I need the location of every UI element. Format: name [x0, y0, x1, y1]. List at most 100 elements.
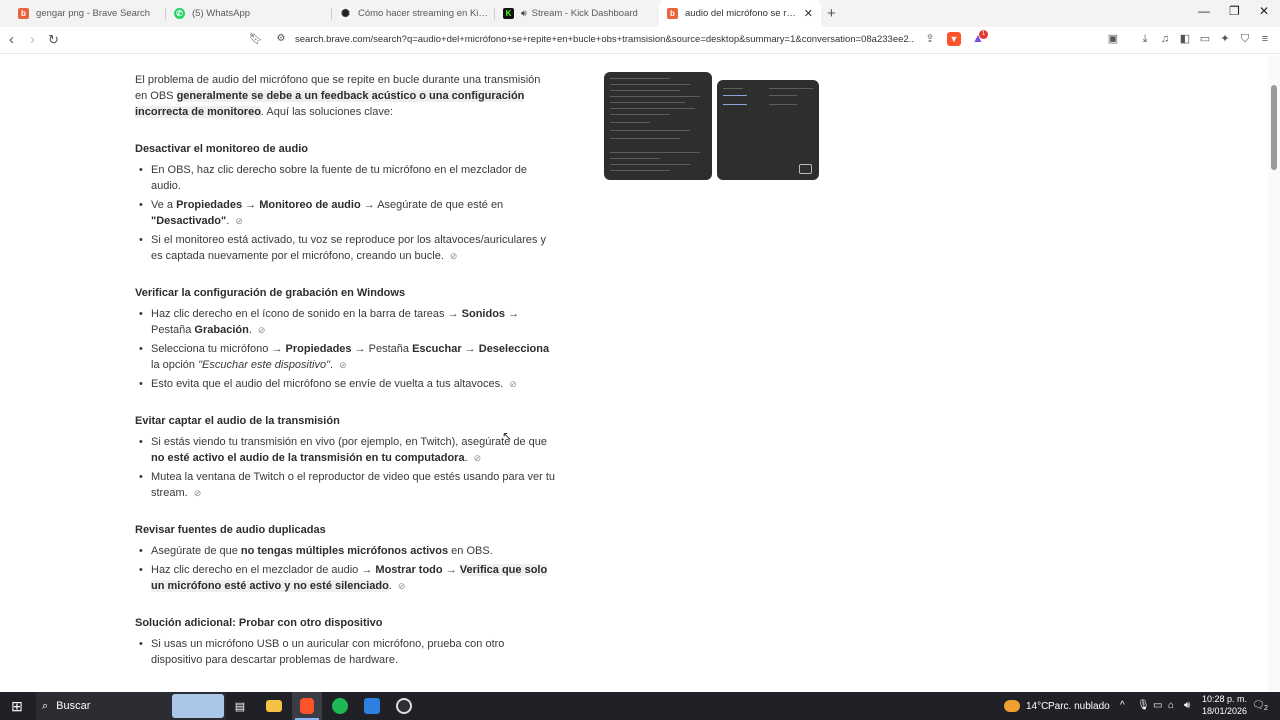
windows-start-icon[interactable]: ⊞ — [6, 692, 28, 720]
media-icon[interactable]: ♫ — [1159, 33, 1171, 45]
display-icon[interactable]: ▭ — [1153, 700, 1162, 711]
tab-title: gengar png - Brave Search — [36, 8, 151, 19]
bullet-text: Haz clic derecho en el mezclador de audi… — [151, 564, 376, 576]
bullet-text: Selecciona tu micrófono → — [151, 343, 286, 355]
brave-browser-icon[interactable] — [292, 692, 322, 720]
list-item: Haz clic derecho en el ícono de sonido e… — [135, 306, 555, 338]
clock-date[interactable]: 18/01/2026 — [1202, 706, 1247, 716]
audio-playing-icon: 🔊︎ — [521, 8, 527, 18]
close-tab-icon[interactable]: ✕ — [804, 7, 813, 20]
network-icon[interactable]: ⌂ — [1168, 700, 1174, 711]
citation-link-icon[interactable]: ⊘ — [509, 379, 517, 389]
microphone-icon[interactable]: 🎙︎ — [1137, 700, 1150, 711]
app-icon[interactable] — [360, 692, 384, 720]
mouse-cursor-icon: ↖ — [502, 429, 513, 443]
brave-search-icon: b — [18, 8, 29, 19]
bullet-text: → — [442, 564, 460, 576]
browser-toolbar: ‹ › ↻ 🔖︎ ⚙ search.brave.com/search?q=aud… — [0, 27, 1280, 54]
ui-line — [610, 90, 680, 91]
task-view-icon[interactable]: ▤ — [230, 692, 250, 720]
citation-link-icon[interactable]: ⊘ — [258, 325, 266, 335]
tab-manager-icon[interactable]: ▣ — [1107, 33, 1119, 45]
tab-title: audio del micrófono se repite en — [685, 8, 797, 19]
bullet-list: Haz clic derecho en el ícono de sonido e… — [135, 306, 555, 392]
ui-line — [610, 108, 695, 109]
chevron-up-icon[interactable]: ^ — [1120, 700, 1125, 711]
taskbar-search-box[interactable]: ⌕ Buscar — [36, 692, 226, 720]
close-window-icon[interactable]: ✕ — [1259, 4, 1269, 18]
bold-text: Mostrar todo — [375, 564, 443, 576]
citation-link-icon[interactable]: ⊘ — [450, 251, 458, 261]
bullet-text: . — [330, 359, 334, 371]
ui-line — [610, 122, 650, 123]
bullet-text: Mutea la ventana de Twitch o el reproduc… — [151, 471, 555, 499]
section-heading: Evitar captar el audio de la transmisión — [135, 415, 340, 427]
address-bar[interactable]: ⚙ search.brave.com/search?q=audio+del+mi… — [247, 29, 992, 51]
ui-line — [769, 104, 797, 105]
scrollbar[interactable] — [1268, 55, 1280, 692]
menu-icon[interactable]: ≡ — [1259, 33, 1271, 45]
section-heading: Solución adicional: Probar con otro disp… — [135, 617, 383, 629]
kick-icon: K — [503, 8, 514, 19]
site-settings-icon[interactable]: ⚙ — [275, 33, 287, 45]
download-icon[interactable]: ⤓ — [1139, 33, 1151, 45]
vpn-icon[interactable]: ⛉ — [1239, 33, 1251, 45]
weather-description[interactable]: Parc. nublado — [1048, 701, 1110, 712]
obs-studio-icon[interactable] — [392, 692, 416, 720]
section-heading: Verificar la configuración de grabación … — [135, 287, 406, 299]
result-image-thumbnail[interactable] — [717, 80, 819, 180]
reload-icon[interactable]: ↻ — [48, 32, 59, 48]
volume-icon[interactable]: 🔊︎ — [1184, 700, 1190, 711]
back-icon[interactable]: ‹ — [9, 31, 14, 48]
bold-text: "Desactivado" — [151, 215, 227, 227]
citation-link-icon[interactable]: ⊘ — [194, 488, 202, 498]
list-item: Esto evita que el audio del micrófono se… — [135, 376, 555, 392]
scrollbar-thumb[interactable] — [1271, 85, 1277, 170]
wallet-icon[interactable]: ▭ — [1199, 33, 1211, 45]
ui-line — [610, 164, 690, 165]
bold-text: no esté activo el audio de la transmisió… — [151, 452, 465, 464]
tab-gengar-search[interactable]: b gengar png - Brave Search — [10, 0, 160, 27]
bullet-text: Si estás viendo tu transmisión en vivo (… — [151, 436, 548, 448]
citation-link-icon[interactable]: ⊘ — [398, 581, 406, 591]
list-item: Haz clic derecho en el mezclador de audi… — [135, 562, 555, 594]
bullet-text: → — [242, 199, 260, 211]
tab-kick-dashboard[interactable]: K 🔊︎ Stream - Kick Dashboard — [495, 0, 655, 27]
brave-shields-icon[interactable]: ▼ — [947, 32, 961, 46]
tab-whatsapp[interactable]: ✆ (5) WhatsApp — [166, 0, 326, 27]
tab-audio-search[interactable]: b audio del micrófono se repite en ✕ — [659, 0, 821, 27]
minimize-icon[interactable]: — — [1198, 4, 1210, 18]
section-heading: Revisar fuentes de audio duplicadas — [135, 524, 326, 536]
ui-line — [610, 78, 670, 79]
leo-ai-icon[interactable]: ✦ — [1219, 33, 1231, 45]
list-item: En OBS, haz clic derecho sobre la fuente… — [135, 162, 555, 194]
citation-link-icon[interactable]: ⊘ — [235, 216, 243, 226]
notification-icon[interactable]: 🗨︎ — [1252, 700, 1265, 711]
list-item: Si usas un micrófono USB o un auricular … — [135, 636, 555, 668]
ui-line — [610, 114, 670, 115]
citation-link-icon[interactable]: ⊘ — [339, 360, 347, 370]
spotify-icon[interactable] — [328, 692, 352, 720]
weather-icon[interactable] — [1002, 692, 1022, 720]
ui-line — [610, 102, 685, 103]
bullet-list: Si usas un micrófono USB o un auricular … — [135, 636, 555, 668]
bullet-list: En OBS, haz clic derecho sobre la fuente… — [135, 162, 555, 264]
sidebar-icon[interactable]: ◧ — [1179, 33, 1191, 45]
bold-text: Propiedades — [285, 343, 352, 355]
citation-link-icon[interactable]: ⊘ — [474, 453, 482, 463]
share-icon[interactable]: ⇪ — [924, 33, 936, 45]
clock-time[interactable]: 10:28 p. m. — [1202, 694, 1247, 704]
weather-temperature[interactable]: 14°C — [1026, 701, 1048, 712]
forward-icon[interactable]: › — [30, 31, 35, 48]
url-text[interactable]: search.brave.com/search?q=audio+del+micr… — [295, 34, 915, 45]
search-icon: ⌕ — [42, 699, 49, 712]
file-explorer-icon[interactable] — [262, 692, 286, 720]
restore-icon[interactable]: ❐ — [1229, 4, 1240, 18]
ui-line — [769, 95, 797, 96]
tab-kick-streaming-guide[interactable]: ✺ Cómo hacer streaming en Kick con O — [332, 0, 492, 27]
result-image-thumbnail[interactable] — [604, 72, 712, 180]
new-tab-button[interactable]: + — [827, 5, 836, 22]
bold-text: Sonidos — [461, 308, 506, 320]
intro-text: . Aquí las soluciones clave: — [260, 106, 393, 118]
bold-text: no tengas múltiples micrófonos activos — [240, 545, 449, 557]
